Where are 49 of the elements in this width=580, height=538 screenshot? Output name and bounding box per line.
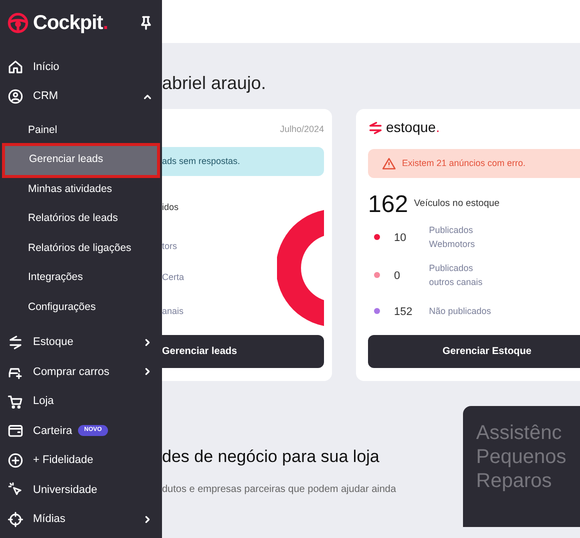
- menu-item[interactable]: Estoque: [0, 328, 162, 357]
- legend-label: Publicados outros canais: [429, 262, 484, 289]
- menu-item[interactable]: Comprar carros: [0, 357, 162, 386]
- stock-total: 162: [368, 190, 408, 220]
- menu-item[interactable]: Início: [0, 52, 162, 82]
- error-alert-text: Existem 21 anúncios com erro.: [402, 156, 526, 170]
- arrows-icon: [7, 334, 24, 351]
- legend-value: 0: [394, 269, 400, 284]
- submenu-item[interactable]: Configurações: [0, 293, 162, 322]
- menu-item[interactable]: + Fidelidade: [0, 446, 162, 475]
- greeting-title: abriel araujo.: [162, 72, 268, 95]
- manage-stock-button[interactable]: Gerenciar Estoque: [368, 335, 580, 368]
- leads-row-label: anais: [162, 305, 184, 318]
- menu-item[interactable]: CRM: [0, 82, 162, 111]
- manage-leads-button[interactable]: Gerenciar leads: [162, 335, 324, 368]
- wallet-icon: [7, 422, 24, 440]
- submenu-item[interactable]: Relatórios de ligações: [0, 234, 162, 264]
- section-title: des de negócio para sua loja: [162, 446, 380, 468]
- menu-item[interactable]: Mídias: [0, 504, 162, 534]
- promo-title: Assistênc Pequenos Reparos: [476, 421, 566, 493]
- stock-logo-text: estoque.: [386, 118, 440, 137]
- section-subtitle: dutos e empresas parceiras que podem ajudar ainda: [162, 482, 398, 496]
- stock-total-label: Veículos no estoque: [414, 197, 500, 211]
- steering-wheel-icon: [7, 12, 29, 34]
- target-icon: [7, 510, 24, 528]
- submenu-item[interactable]: Gerenciar leads: [2, 142, 160, 178]
- menu-item[interactable]: Universidade: [0, 475, 162, 504]
- leads-row-label: tors: [162, 240, 178, 253]
- logo-text: Cockpit.: [33, 11, 108, 36]
- home-icon: [7, 58, 24, 76]
- legend-value: 10: [394, 231, 406, 246]
- pin-icon[interactable]: [140, 16, 152, 30]
- submenu-item[interactable]: Relatórios de leads: [0, 204, 162, 234]
- menu-item[interactable]: Loja: [0, 386, 162, 416]
- submenu-item[interactable]: Minhas atividades: [0, 175, 162, 204]
- cart-icon: [7, 392, 24, 410]
- submenu-item[interactable]: Integrações: [0, 264, 162, 293]
- arrows-logo-icon: [368, 120, 383, 134]
- legend-label: Não publicados: [429, 305, 492, 318]
- legend-label: Publicados Webmotors: [429, 224, 476, 251]
- plus-circle-icon: [7, 452, 24, 469]
- legend-value: 152: [394, 305, 412, 320]
- info-alert: ads sem respostas.: [162, 147, 324, 176]
- submenu-item[interactable]: Painel: [0, 116, 162, 146]
- warning-icon: [382, 157, 396, 170]
- period-label: Julho/2024: [280, 123, 324, 136]
- leads-row-label: idos: [162, 201, 179, 214]
- leads-row-label: Certa: [162, 271, 184, 284]
- user-circle-icon: [7, 88, 24, 105]
